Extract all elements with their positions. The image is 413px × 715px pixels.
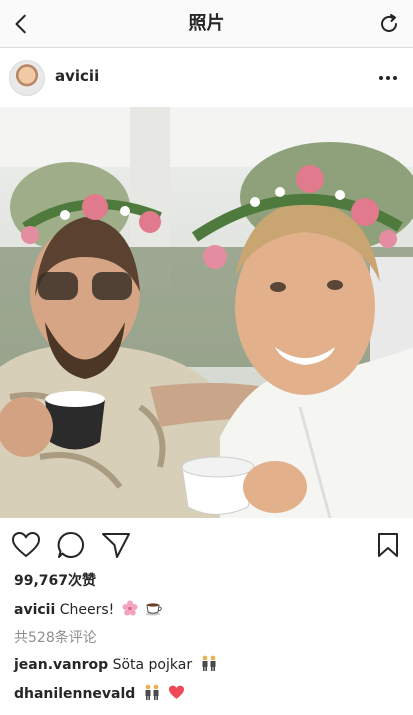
view-all-comments-link[interactable]: 共528条评论 xyxy=(14,627,97,647)
post-header: avicii xyxy=(0,49,413,107)
comment-text: Söta pojkar xyxy=(112,657,193,673)
page-title: 照片 xyxy=(188,13,225,34)
like-button[interactable] xyxy=(11,530,41,560)
comment-username[interactable]: dhanilennevald xyxy=(14,686,135,702)
two-men-icon xyxy=(200,655,218,675)
top-navbar: 照片 xyxy=(0,0,413,48)
two-men-icon xyxy=(143,684,161,704)
comment-icon xyxy=(57,531,84,558)
caption-text: Cheers! xyxy=(59,602,115,618)
share-button[interactable] xyxy=(101,530,131,560)
likes-count[interactable]: 99,767次赞 xyxy=(14,570,96,590)
post-username[interactable]: avicii xyxy=(55,67,99,85)
comment-username[interactable]: jean.vanrop xyxy=(14,657,108,673)
send-icon xyxy=(102,533,130,558)
cherry-blossom-icon xyxy=(122,600,138,620)
caption-username[interactable]: avicii xyxy=(14,602,55,618)
coffee-cup-icon xyxy=(145,600,163,620)
refresh-icon xyxy=(381,14,397,32)
more-horizontal-icon xyxy=(379,76,397,80)
post-photo[interactable] xyxy=(0,107,413,518)
heart-icon xyxy=(12,532,40,558)
bookmark-icon xyxy=(378,533,398,557)
post-actions xyxy=(0,518,413,570)
comment-item: jean.vanrop Söta pojkar xyxy=(14,655,218,675)
red-heart-icon xyxy=(168,685,185,704)
post-caption: avicii Cheers! xyxy=(14,600,163,620)
photo-illustration xyxy=(0,107,413,518)
avatar[interactable] xyxy=(9,60,45,96)
more-options-button[interactable] xyxy=(373,63,403,93)
comment-button[interactable] xyxy=(56,530,86,560)
refresh-button[interactable] xyxy=(371,6,407,42)
save-button[interactable] xyxy=(373,530,403,560)
comment-item: dhanilennevald xyxy=(14,684,185,704)
